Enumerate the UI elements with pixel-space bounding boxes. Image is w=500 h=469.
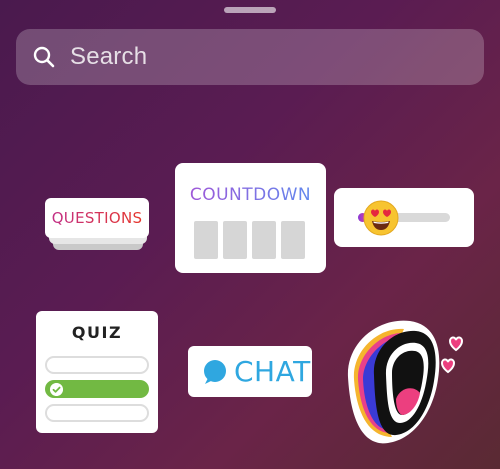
chat-label: CHAT [234,355,311,388]
check-icon [50,383,63,396]
emoji-slider-sticker[interactable] [334,188,474,247]
search-icon [33,46,55,68]
quiz-sticker[interactable]: QUIZ [36,311,158,433]
quiz-option [45,404,149,422]
chat-sticker[interactable]: CHAT [188,346,312,397]
search-input[interactable]: Search [70,43,147,71]
countdown-digits [194,221,305,259]
questions-sticker[interactable]: QUESTIONS [45,198,149,252]
countdown-digit-box [194,221,218,259]
heart-eyes-emoji-icon [363,200,399,236]
countdown-sticker[interactable]: COUNTDOWN [175,163,326,273]
quiz-option-correct [45,380,149,398]
countdown-label: COUNTDOWN [175,185,326,205]
questions-label: QUESTIONS [51,209,143,227]
chat-bubble-icon [204,359,226,384]
drag-handle[interactable] [224,7,276,13]
countdown-digit-box [252,221,276,259]
countdown-digit-box [223,221,247,259]
countdown-digit-box [281,221,305,259]
screaming-mouth-sticker-icon[interactable] [338,313,470,453]
questions-card: QUESTIONS [45,198,149,238]
quiz-option [45,356,149,374]
quiz-label: QUIZ [71,323,123,342]
search-bar[interactable]: Search [16,29,484,85]
